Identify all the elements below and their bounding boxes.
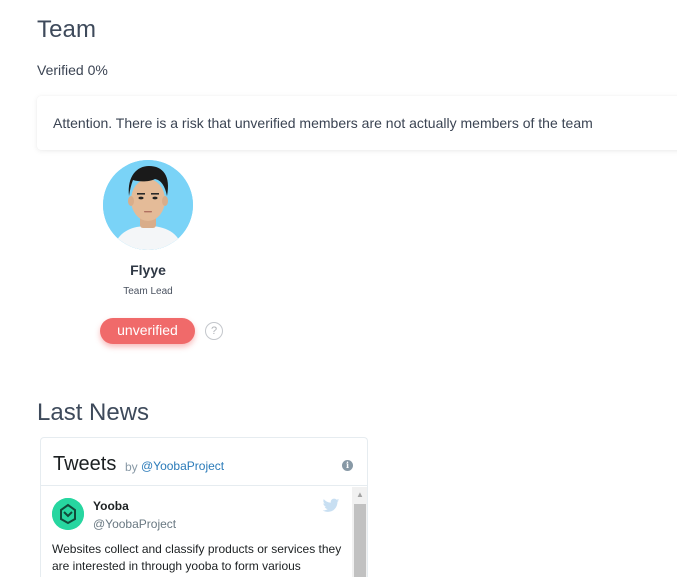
tweets-header: Tweets by @YoobaProject i [41, 438, 367, 486]
attention-message: Attention. There is a risk that unverifi… [53, 115, 593, 131]
member-role: Team Lead [123, 286, 173, 297]
unverified-status-button[interactable]: unverified [100, 318, 195, 344]
question-circle-icon[interactable]: ? [205, 322, 223, 340]
tweets-handle-link[interactable]: @YoobaProject [141, 459, 224, 473]
scroll-up-arrow-icon[interactable]: ▲ [352, 487, 367, 503]
yooba-logo-graphic [52, 498, 84, 530]
avatar[interactable] [103, 160, 193, 250]
last-news-title: Last News [37, 399, 150, 426]
tweet-item[interactable]: Yooba @YoobaProject Websites collect and… [41, 487, 352, 577]
tweet-text: Websites collect and classify products o… [52, 542, 342, 573]
tweets-scrollbar[interactable]: ▲ [352, 487, 367, 577]
tweet-author-name[interactable]: Yooba [93, 499, 129, 513]
tweets-title: Tweets [53, 453, 117, 475]
attention-alert: Attention. There is a risk that unverifi… [37, 96, 677, 150]
tweets-by-label: by [125, 460, 138, 474]
twitter-bird-icon[interactable] [322, 498, 340, 514]
team-title: Team [37, 16, 97, 43]
twitter-bird-graphic [322, 498, 340, 512]
avatar-photo [103, 160, 193, 250]
verified-percentage: Verified 0% [37, 62, 108, 78]
member-name: Flyye [130, 262, 166, 278]
scroll-thumb[interactable] [354, 504, 366, 577]
yooba-logo-icon[interactable] [52, 498, 84, 530]
twitter-timeline-widget: Tweets by @YoobaProject i Yooba @YoobaPr… [40, 437, 368, 577]
tweet-author-handle[interactable]: @YoobaProject [93, 517, 176, 531]
info-circle-icon[interactable]: i [342, 460, 353, 471]
team-page: Team Verified 0% Attention. There is a r… [0, 0, 677, 577]
